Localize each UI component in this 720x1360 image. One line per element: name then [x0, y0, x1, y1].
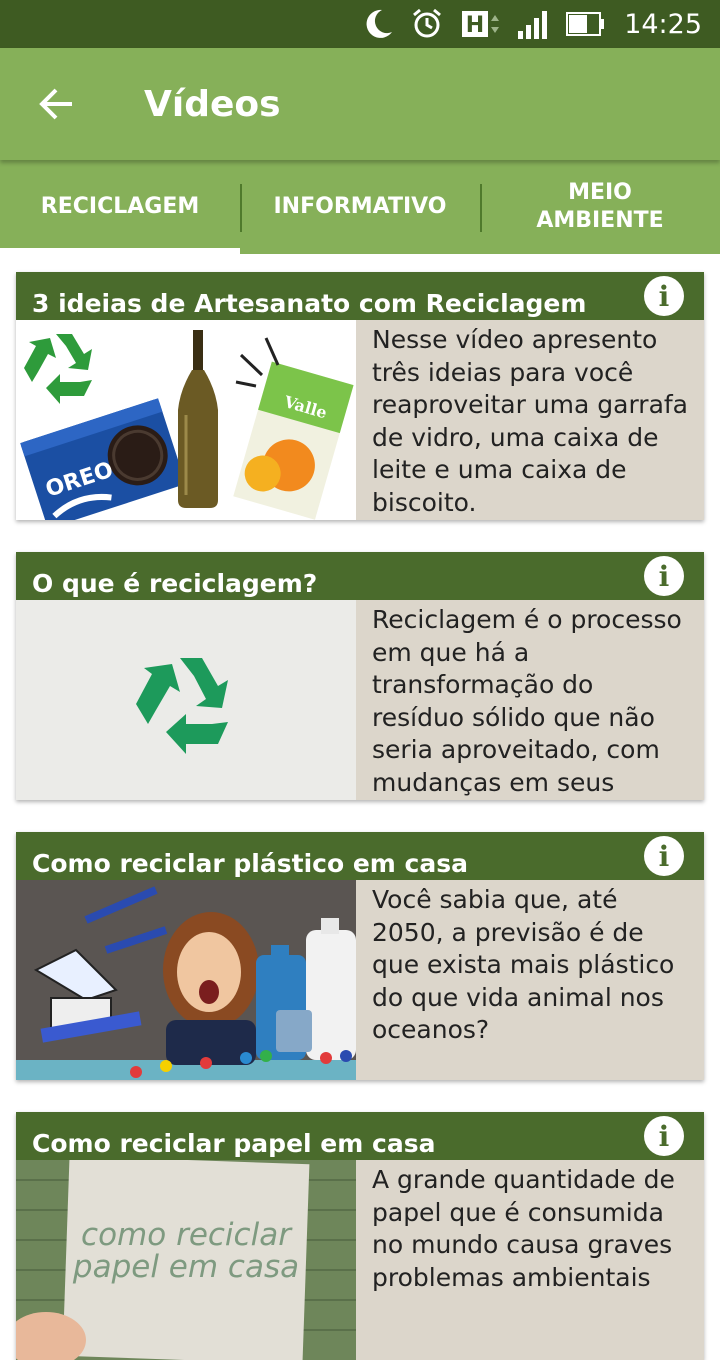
- page-title: Vídeos: [144, 83, 281, 125]
- tab-bar: RECICLAGEM INFORMATIVO MEIO AMBIENTE: [0, 160, 720, 254]
- video-card[interactable]: Como reciclar papel em casa i como recic…: [16, 1112, 704, 1360]
- video-description: Você sabia que, até 2050, a previsão é d…: [372, 885, 675, 1044]
- video-description: Nesse vídeo apresento três ideias para v…: [372, 325, 689, 517]
- h-network-icon: H: [460, 7, 500, 41]
- moon-icon: [360, 7, 394, 41]
- svg-text:H: H: [466, 13, 484, 38]
- video-thumbnail[interactable]: OREO Valle: [16, 320, 356, 520]
- card-header: Como reciclar plástico em casa i: [16, 832, 704, 880]
- arrow-left-icon: [39, 88, 72, 120]
- video-title: O que é reciclagem?: [32, 568, 318, 598]
- tab-meio-ambiente[interactable]: MEIO AMBIENTE: [480, 160, 720, 254]
- recycle-icon: [136, 658, 228, 754]
- card-header: 3 ideias de Artesanato com Reciclagem i: [16, 272, 704, 320]
- video-description: A grande quantidade de papel que é consu…: [372, 1165, 675, 1292]
- video-card[interactable]: 3 ideias de Artesanato com Reciclagem i: [16, 272, 704, 520]
- video-title: 3 ideias de Artesanato com Reciclagem: [32, 288, 587, 318]
- battery-icon: [566, 11, 606, 37]
- signal-icon: [516, 9, 550, 39]
- info-icon[interactable]: i: [644, 556, 684, 596]
- tab-reciclagem[interactable]: RECICLAGEM: [0, 160, 240, 254]
- alarm-icon: [410, 7, 444, 41]
- status-bar: H 14:25: [0, 0, 720, 48]
- back-button[interactable]: [26, 74, 86, 134]
- thumbnail-caption-line1: como reciclar: [81, 1217, 293, 1253]
- info-icon[interactable]: i: [644, 836, 684, 876]
- clock: 14:25: [624, 8, 702, 40]
- app-bar: Vídeos: [0, 48, 720, 160]
- info-icon[interactable]: i: [644, 1116, 684, 1156]
- video-description: Reciclagem é o processo em que há a tran…: [372, 605, 682, 797]
- info-icon[interactable]: i: [644, 276, 684, 316]
- video-thumbnail[interactable]: [16, 880, 356, 1080]
- card-header: Como reciclar papel em casa i: [16, 1112, 704, 1160]
- video-card[interactable]: Como reciclar plástico em casa i Você sa…: [16, 832, 704, 1080]
- video-title: Como reciclar plástico em casa: [32, 848, 468, 878]
- video-title: Como reciclar papel em casa: [32, 1128, 436, 1158]
- tab-informativo[interactable]: INFORMATIVO: [240, 160, 480, 254]
- video-thumbnail[interactable]: como reciclar papel em casa: [16, 1160, 356, 1360]
- video-card[interactable]: O que é reciclagem? i Reciclagem é o pro…: [16, 552, 704, 800]
- card-header: O que é reciclagem? i: [16, 552, 704, 600]
- video-thumbnail[interactable]: [16, 600, 356, 800]
